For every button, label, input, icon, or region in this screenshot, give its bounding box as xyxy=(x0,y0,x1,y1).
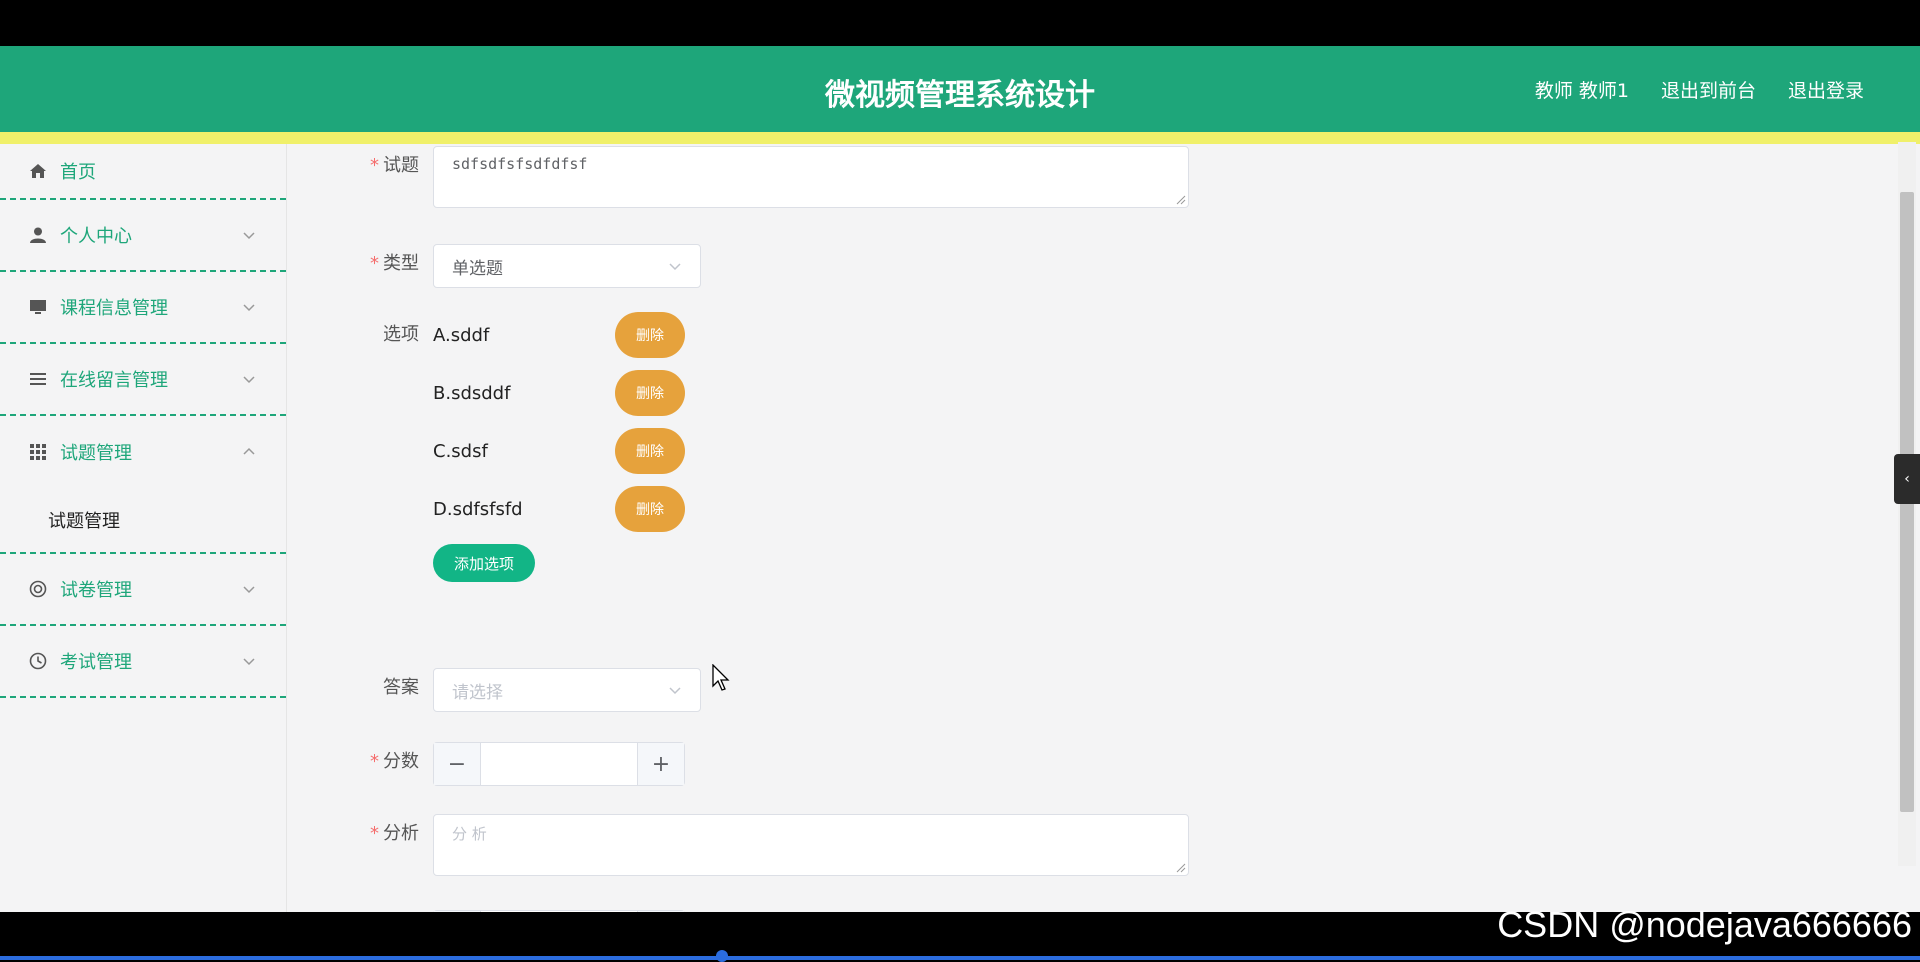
option-text: B.sdsddf xyxy=(433,382,511,404)
sidebar-item-label: 个人中心 xyxy=(60,226,132,247)
answer-select[interactable]: 请选择 xyxy=(433,668,701,712)
submenu-item-label: 试题管理 xyxy=(48,511,120,532)
type-label: * 类型 xyxy=(370,253,419,274)
sidebar-item-personal-center[interactable]: 个人中心 xyxy=(0,200,286,272)
vertical-scrollbar[interactable] xyxy=(1898,142,1916,866)
chevron-up-icon xyxy=(243,447,255,455)
option-text: D.sdfsfsfd xyxy=(433,498,523,520)
exit-to-front-link[interactable]: 退出到前台 xyxy=(1661,76,1756,103)
sidebar-item-label: 试卷管理 xyxy=(60,580,132,601)
question-textarea[interactable]: sdfsdfsfsdfdfsf xyxy=(433,146,1189,208)
app-window: 微视频管理系统设计 教师 教师1 退出到前台 退出登录 首页 个人中心 课程信息… xyxy=(0,46,1920,912)
header-links: 教师 教师1 退出到前台 退出登录 xyxy=(1535,76,1864,103)
top-header: 微视频管理系统设计 教师 教师1 退出到前台 退出登录 xyxy=(0,46,1920,132)
sidebar-item-label: 试题管理 xyxy=(60,443,132,464)
sidebar-item-label: 课程信息管理 xyxy=(60,298,168,319)
video-progress-bar[interactable] xyxy=(0,956,1920,960)
form-row-question: * 试题 sdfsdfsfsdfdfsf xyxy=(320,146,1189,208)
home-icon xyxy=(28,161,48,181)
question-edit-form: * 试题 sdfsdfsfsdfdfsf * 类型 单选题 选项 A.sddf 删除 xyxy=(320,144,1865,912)
collapse-panel-button[interactable]: ‹ xyxy=(1894,454,1920,504)
sidebar-item-label: 在线留言管理 xyxy=(60,370,168,391)
add-option-button[interactable]: 添加选项 xyxy=(433,544,535,582)
chevron-down-icon xyxy=(243,304,255,312)
chevron-down-icon xyxy=(243,586,255,594)
form-row-options: 选项 A.sddf 删除 B.sdsddf 删除 C.sdsf 删除 D.sdf… xyxy=(320,312,685,582)
resize-handle-icon[interactable] xyxy=(1176,863,1186,873)
lifebuoy-icon xyxy=(28,579,48,599)
sidebar-menu: 首页 个人中心 课程信息管理 在线留言管理 试题管理 试题管理 试卷管理 考试管… xyxy=(0,144,287,912)
sidebar-item-home[interactable]: 首页 xyxy=(0,144,286,200)
analysis-textarea[interactable]: 分 析 xyxy=(433,814,1189,876)
option-item: C.sdsf 删除 xyxy=(433,428,685,474)
video-progress-handle[interactable] xyxy=(716,950,728,962)
analysis-label: * 分析 xyxy=(370,823,419,844)
sidebar-item-online-message[interactable]: 在线留言管理 xyxy=(0,344,286,416)
chevron-down-icon xyxy=(669,263,681,271)
list-icon xyxy=(28,369,48,389)
option-item: B.sdsddf 删除 xyxy=(433,370,685,416)
sort-label: *排序 xyxy=(320,910,433,912)
resize-handle-icon[interactable] xyxy=(1176,195,1186,205)
form-row-analysis: * 分析 分 析 xyxy=(320,814,1189,876)
logout-link[interactable]: 退出登录 xyxy=(1788,76,1864,103)
form-row-score: * 分数 − + xyxy=(320,742,685,786)
option-item: A.sddf 删除 xyxy=(433,312,685,358)
submenu-item-question-management[interactable]: 试题管理 xyxy=(0,488,286,554)
chevron-down-icon xyxy=(243,376,255,384)
current-user-link[interactable]: 教师 教师1 xyxy=(1535,76,1629,103)
score-increment-button[interactable]: + xyxy=(637,743,684,785)
sidebar-item-exam-management[interactable]: 考试管理 xyxy=(0,626,286,698)
option-item: D.sdfsfsfd 删除 xyxy=(433,486,685,532)
sort-input[interactable] xyxy=(481,911,637,912)
delete-option-button[interactable]: 删除 xyxy=(615,428,685,474)
watermark-text: CSDN @nodejava666666 xyxy=(1497,904,1912,945)
sidebar-item-label: 考试管理 xyxy=(60,652,132,673)
clock-icon xyxy=(28,651,48,671)
header-accent-stripe xyxy=(0,132,1920,144)
mouse-cursor-icon xyxy=(712,664,730,691)
form-row-sort: *排序 − + xyxy=(320,910,685,912)
chevron-down-icon xyxy=(243,232,255,240)
delete-option-button[interactable]: 删除 xyxy=(615,370,685,416)
sort-stepper: − + xyxy=(433,910,685,912)
form-row-type: * 类型 单选题 xyxy=(320,244,701,288)
options-label: 选项 xyxy=(383,324,419,345)
sidebar-item-label: 首页 xyxy=(60,162,96,183)
option-text: A.sddf xyxy=(433,324,490,346)
score-label: * 分数 xyxy=(370,751,419,772)
user-icon xyxy=(28,225,48,245)
score-input[interactable] xyxy=(481,743,637,785)
chevron-down-icon xyxy=(243,658,255,666)
delete-option-button[interactable]: 删除 xyxy=(615,486,685,532)
sidebar-item-paper-management[interactable]: 试卷管理 xyxy=(0,554,286,626)
sort-decrement-button[interactable]: − xyxy=(434,911,481,912)
answer-label: 答案 xyxy=(383,677,419,698)
options-list: A.sddf 删除 B.sdsddf 删除 C.sdsf 删除 D.sdfsfs… xyxy=(433,312,685,582)
chevron-left-icon: ‹ xyxy=(1904,471,1910,487)
monitor-icon xyxy=(28,297,48,317)
score-decrement-button[interactable]: − xyxy=(434,743,481,785)
chevron-down-icon xyxy=(669,687,681,695)
form-row-answer: 答案 请选择 xyxy=(320,668,701,712)
type-select[interactable]: 单选题 xyxy=(433,244,701,288)
score-stepper: − + xyxy=(433,742,685,786)
option-text: C.sdsf xyxy=(433,440,488,462)
sidebar-item-course-info[interactable]: 课程信息管理 xyxy=(0,272,286,344)
delete-option-button[interactable]: 删除 xyxy=(615,312,685,358)
question-label: * 试题 xyxy=(370,155,419,176)
sidebar-item-question-management[interactable]: 试题管理 xyxy=(0,416,286,488)
sort-increment-button[interactable]: + xyxy=(637,911,684,912)
grid-icon xyxy=(28,442,48,462)
